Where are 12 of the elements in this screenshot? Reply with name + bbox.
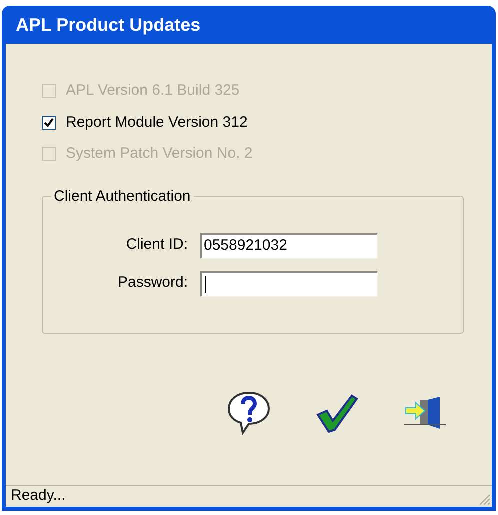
checkbox-label: System Patch Version No. 2: [66, 144, 253, 164]
field-label: Password:: [116, 273, 189, 294]
field-label: Client ID:: [125, 235, 189, 256]
window-title: APL Product Updates: [16, 14, 201, 37]
input-field[interactable]: [200, 270, 378, 296]
input-field[interactable]: 0558921032: [200, 232, 378, 258]
resize-grip-icon: [479, 494, 491, 506]
checkmark-icon: [315, 392, 359, 432]
checkbox[interactable]: [42, 116, 56, 130]
checkbox-label: APL Version 6.1 Build 325: [66, 81, 240, 101]
status-text: Ready...: [11, 486, 66, 506]
checkbox-label: Report Module Version 312: [66, 112, 248, 132]
